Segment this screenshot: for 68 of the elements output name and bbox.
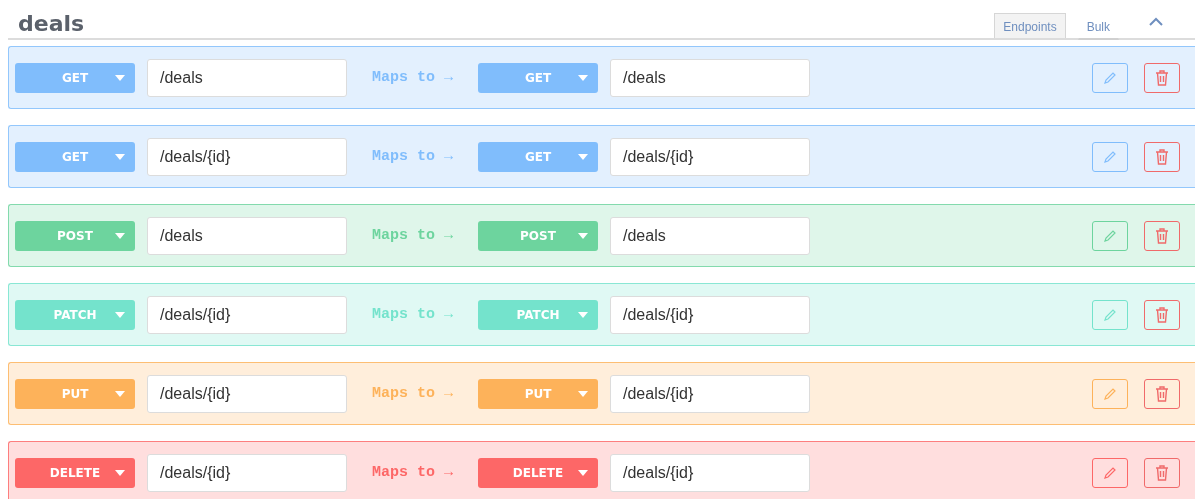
caret-down-icon bbox=[578, 390, 588, 397]
caret-down-icon bbox=[578, 232, 588, 239]
method-dropdown[interactable]: POST bbox=[15, 220, 135, 251]
caret-down-icon bbox=[115, 153, 125, 160]
trash-icon bbox=[1155, 385, 1169, 402]
maps-to-label: Maps to → bbox=[371, 464, 454, 481]
pencil-icon bbox=[1103, 228, 1117, 243]
caret-down-icon bbox=[115, 390, 125, 397]
path-field[interactable]: /deals/{id} bbox=[610, 453, 810, 492]
path-field[interactable]: /deals/{id} bbox=[147, 137, 347, 176]
pencil-icon bbox=[1103, 70, 1117, 85]
pencil-icon bbox=[1103, 386, 1117, 401]
caret-down-icon bbox=[115, 469, 125, 476]
edit-button[interactable] bbox=[1092, 299, 1128, 330]
method-dropdown[interactable]: GET bbox=[478, 62, 598, 93]
collapse-icon[interactable] bbox=[1149, 17, 1163, 26]
method-dropdown[interactable]: PUT bbox=[15, 378, 135, 409]
path-field[interactable]: /deals/{id} bbox=[610, 374, 810, 413]
caret-down-icon bbox=[578, 469, 588, 476]
edit-button[interactable] bbox=[1092, 62, 1128, 93]
path-field[interactable]: /deals bbox=[147, 216, 347, 255]
maps-to-label: Maps to → bbox=[371, 385, 454, 402]
method-dropdown[interactable]: GET bbox=[15, 62, 135, 93]
path-field[interactable]: /deals bbox=[147, 58, 347, 97]
delete-button[interactable] bbox=[1144, 457, 1180, 488]
trash-icon bbox=[1155, 69, 1169, 86]
path-field[interactable]: /deals/{id} bbox=[610, 137, 810, 176]
maps-to-label: Maps to → bbox=[371, 148, 454, 165]
edit-button[interactable] bbox=[1092, 378, 1128, 409]
caret-down-icon bbox=[578, 74, 588, 81]
pencil-icon bbox=[1103, 307, 1117, 322]
caret-down-icon bbox=[578, 311, 588, 318]
method-dropdown[interactable]: DELETE bbox=[478, 457, 598, 488]
method-dropdown[interactable]: GET bbox=[15, 141, 135, 172]
caret-down-icon bbox=[115, 232, 125, 239]
edit-button[interactable] bbox=[1092, 220, 1128, 251]
trash-icon bbox=[1155, 306, 1169, 323]
caret-down-icon bbox=[115, 74, 125, 81]
trash-icon bbox=[1155, 227, 1169, 244]
caret-down-icon bbox=[578, 153, 588, 160]
section-title: deals bbox=[18, 11, 86, 36]
path-field[interactable]: /deals/{id} bbox=[147, 453, 347, 492]
path-field[interactable]: /deals bbox=[610, 58, 810, 97]
delete-button[interactable] bbox=[1144, 62, 1180, 93]
tab[interactable]: Endpoints bbox=[994, 13, 1066, 38]
method-dropdown[interactable]: GET bbox=[478, 141, 598, 172]
pencil-icon bbox=[1103, 465, 1117, 480]
trash-icon bbox=[1155, 464, 1169, 481]
path-field[interactable]: /deals/{id} bbox=[147, 374, 347, 413]
trash-icon bbox=[1155, 148, 1169, 165]
delete-button[interactable] bbox=[1144, 141, 1180, 172]
caret-down-icon bbox=[115, 311, 125, 318]
path-field[interactable]: /deals bbox=[610, 216, 810, 255]
pencil-icon bbox=[1103, 149, 1117, 164]
maps-to-label: Maps to → bbox=[371, 306, 454, 323]
method-dropdown[interactable]: PUT bbox=[478, 378, 598, 409]
tab[interactable]: Bulk bbox=[1077, 13, 1119, 40]
edit-button[interactable] bbox=[1092, 141, 1128, 172]
method-dropdown[interactable]: DELETE bbox=[15, 457, 135, 488]
maps-to-label: Maps to → bbox=[371, 69, 454, 86]
delete-button[interactable] bbox=[1144, 299, 1180, 330]
edit-button[interactable] bbox=[1092, 457, 1128, 488]
path-field[interactable]: /deals/{id} bbox=[610, 295, 810, 334]
method-dropdown[interactable]: POST bbox=[478, 220, 598, 251]
delete-button[interactable] bbox=[1144, 378, 1180, 409]
delete-button[interactable] bbox=[1144, 220, 1180, 251]
maps-to-label: Maps to → bbox=[371, 227, 454, 244]
path-field[interactable]: /deals/{id} bbox=[147, 295, 347, 334]
